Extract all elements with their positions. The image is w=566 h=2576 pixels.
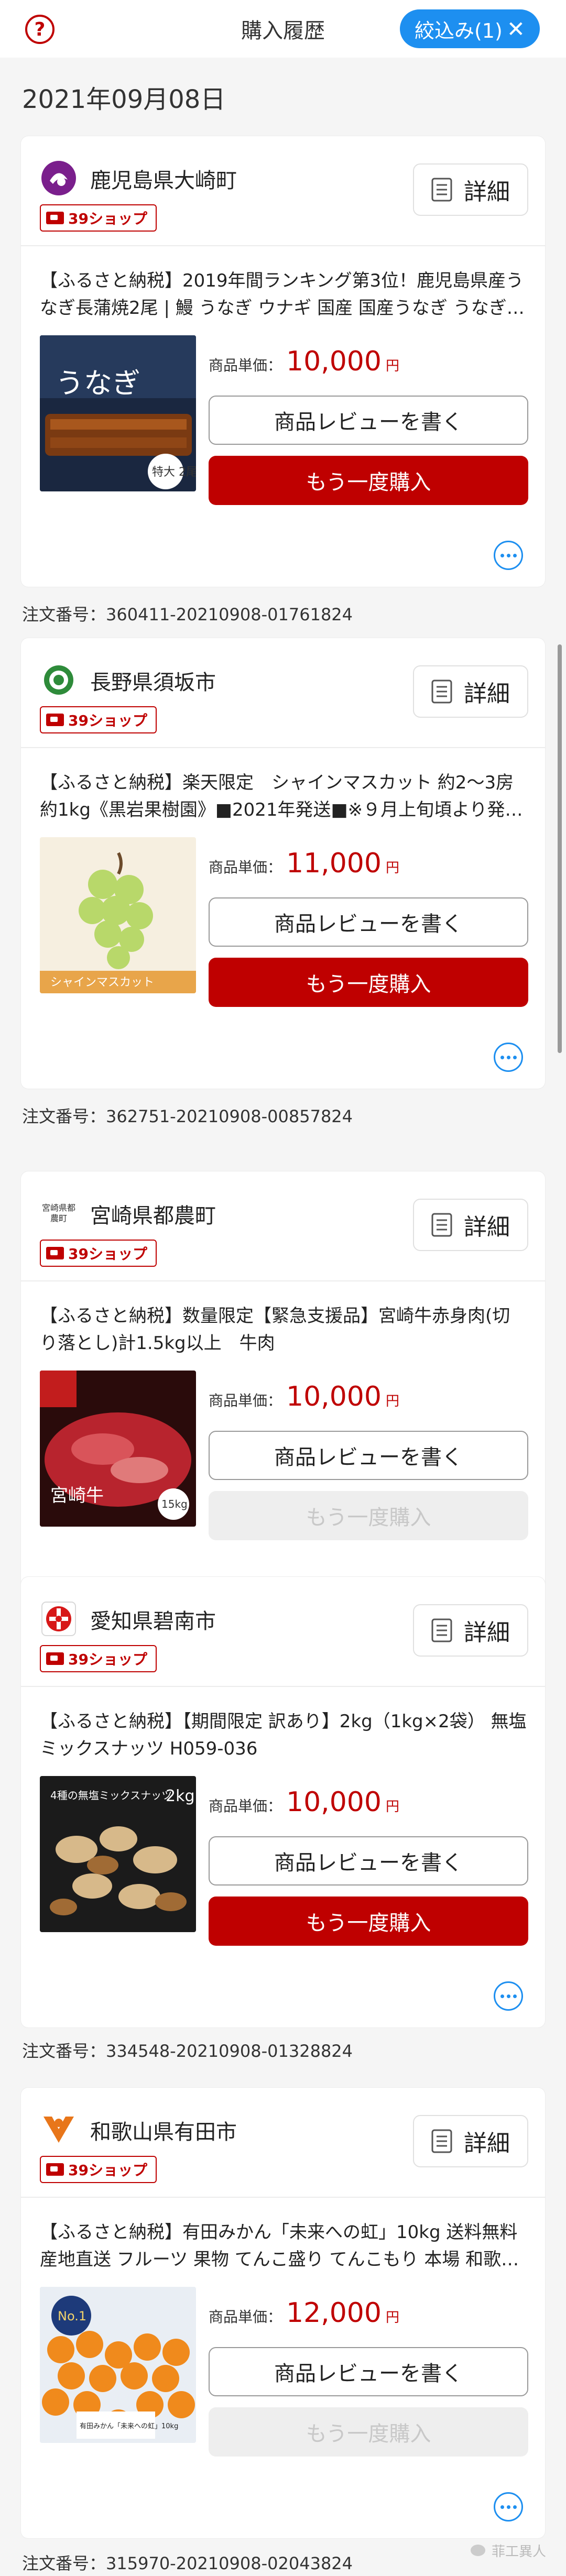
svg-text:宮崎牛: 宮崎牛 [50,1485,104,1506]
truck-icon [46,212,64,224]
document-icon [431,2129,452,2153]
shop-badge: 39ショップ [40,1240,157,1267]
price-value: 10,000 [286,346,382,377]
shop-badge: 39ショップ [40,706,157,733]
order-date-heading: 2021年09月08日 [22,85,226,114]
svg-text:有田みかん「未来への虹」10kg: 有田みかん「未来への虹」10kg [80,2422,178,2430]
product-image[interactable]: 宮崎牛 15kg [40,1371,196,1527]
price-row: 商品単価： 11,000 円 [209,848,399,879]
scrollbar[interactable] [558,644,562,1053]
shop-logo [40,159,78,197]
product-title[interactable]: 【ふるさと納税】数量限定【緊急支援品】宮崎牛赤身肉(切り落とし)計1.5kg以上… [40,1302,527,1360]
product-title[interactable]: 【ふるさと納税】有田みかん「未来への虹」10kg 送料無料 産地直送 フルーツ … [40,2219,527,2276]
shop-badge: 39ショップ [40,204,157,232]
truck-icon [46,714,64,726]
document-icon [431,1618,452,1642]
order-number: 注文番号：360411-20210908-01761824 [22,605,353,624]
svg-text:2kg: 2kg [166,1787,195,1805]
order-card: 宮崎県都農町 宮崎県都農町 39ショップ 詳細 【ふるさと納税】数量限定【緊急支… [21,1171,545,1622]
write-review-button[interactable]: 商品レビューを書く [209,2347,528,2396]
shop-logo [40,2111,78,2149]
shop-badge: 39ショップ [40,2156,157,2183]
order-number: 注文番号：362751-20210908-00857824 [22,1106,353,1126]
price-value: 11,000 [286,848,382,879]
product-title[interactable]: 【ふるさと納税】楽天限定 シャインマスカット 約2～3房 約1kg《黒岩果樹園》… [40,769,527,827]
shop-logo [40,661,78,699]
product-image[interactable]: 4種の無塩ミックスナッツ 2kg [40,1776,196,1932]
truck-icon [46,1247,64,1259]
svg-text:No.1: No.1 [58,2309,86,2323]
shop-badge: 39ショップ [40,1645,157,1672]
detail-button[interactable]: 詳細 [413,1199,528,1251]
detail-button[interactable]: 詳細 [413,1604,528,1657]
page-title: 購入履歴 [241,19,325,43]
buy-again-button[interactable]: もう一度購入 [209,456,528,505]
price-value: 10,000 [286,1381,382,1412]
price-row: 商品単価： 12,000 円 [209,2297,399,2329]
buy-again-button[interactable]: もう一度購入 [209,958,528,1007]
app-header: ? 購入履歴 絞込み(1) ✕ [0,0,566,58]
card-header: 鹿児島県大崎町 39ショップ 詳細 [21,136,545,246]
truck-icon [46,2163,64,2176]
more-options-icon[interactable] [494,541,523,570]
price-value: 10,000 [286,1786,382,1818]
price-row: 商品単価： 10,000 円 [209,1381,399,1412]
order-number: 注文番号：334548-20210908-01328824 [22,2041,353,2061]
price-row: 商品単価： 10,000 円 [209,1786,399,1818]
more-options-icon[interactable] [494,1043,523,1072]
card-header: 和歌山県有田市 39ショップ 詳細 [21,2088,545,2198]
help-icon[interactable]: ? [25,15,55,44]
document-icon [431,178,452,202]
document-icon [431,679,452,704]
filter-label: 絞込み(1) [414,19,503,42]
filter-button[interactable]: 絞込み(1) ✕ [399,9,540,48]
shop-name[interactable]: 愛知県碧南市 [90,1604,216,1635]
write-review-button[interactable]: 商品レビューを書く [209,1836,528,1886]
write-review-button[interactable]: 商品レビューを書く [209,897,528,947]
card-header: 愛知県碧南市 39ショップ 詳細 [21,1577,545,1687]
shop-name[interactable]: 鹿児島県大崎町 [90,163,237,194]
watermark: 菲工異人 [470,2541,546,2560]
thumb-text: うなぎ [56,367,140,400]
detail-button[interactable]: 詳細 [413,163,528,216]
buy-again-button[interactable]: もう一度購入 [209,1897,528,1946]
price-value: 12,000 [286,2297,382,2329]
product-image[interactable]: うなぎ 特大 2尾 [40,335,196,491]
product-image[interactable]: シャインマスカット [40,837,196,993]
order-card: 長野県須坂市 39ショップ 詳細 【ふるさと納税】楽天限定 シャインマスカット … [21,638,545,1089]
chat-icon [470,2544,485,2556]
more-options-icon[interactable] [494,2492,523,2522]
shop-name[interactable]: 宮崎県都農町 [90,1199,216,1229]
order-card: 愛知県碧南市 39ショップ 詳細 【ふるさと納税】【期間限定 訳あり】2kg（1… [21,1577,545,2027]
close-icon[interactable]: ✕ [507,16,525,42]
svg-text:特大 2尾: 特大 2尾 [152,466,196,479]
product-title[interactable]: 【ふるさと納税】2019年間ランキング第3位！鹿児島県産うなぎ長蒲焼2尾 | 鰻… [40,267,527,325]
svg-text:15kg: 15kg [161,1498,188,1510]
shop-name[interactable]: 長野県須坂市 [90,665,216,696]
shop-logo: 宮崎県都農町 [41,1203,75,1223]
more-options-icon[interactable] [494,1981,523,2011]
write-review-button[interactable]: 商品レビューを書く [209,1431,528,1480]
buy-again-button: もう一度購入 [209,1491,528,1540]
card-header: 宮崎県都農町 宮崎県都農町 39ショップ 詳細 [21,1171,545,1281]
order-number: 注文番号：315970-20210908-02043824 [22,2553,353,2573]
svg-text:4種の無塩ミックスナッツ: 4種の無塩ミックスナッツ [50,1789,172,1802]
buy-again-button: もう一度購入 [209,2407,528,2457]
shop-logo [40,1600,78,1638]
shop-name[interactable]: 和歌山県有田市 [90,2115,237,2145]
order-card: 和歌山県有田市 39ショップ 詳細 【ふるさと納税】有田みかん「未来への虹」10… [21,2088,545,2538]
document-icon [431,1213,452,1237]
truck-icon [46,1652,64,1665]
detail-button[interactable]: 詳細 [413,665,528,718]
write-review-button[interactable]: 商品レビューを書く [209,396,528,445]
product-image[interactable]: No.1 有田みかん「未来への虹」10kg [40,2287,196,2443]
svg-text:シャインマスカット: シャインマスカット [50,976,154,989]
order-card: 鹿児島県大崎町 39ショップ 詳細 【ふるさと納税】2019年間ランキング第3位… [21,136,545,587]
detail-button[interactable]: 詳細 [413,2115,528,2167]
product-title[interactable]: 【ふるさと納税】【期間限定 訳あり】2kg（1kg×2袋） 無塩ミックスナッツ … [40,1708,527,1766]
price-row: 商品単価： 10,000 円 [209,346,399,377]
card-header: 長野県須坂市 39ショップ 詳細 [21,638,545,748]
